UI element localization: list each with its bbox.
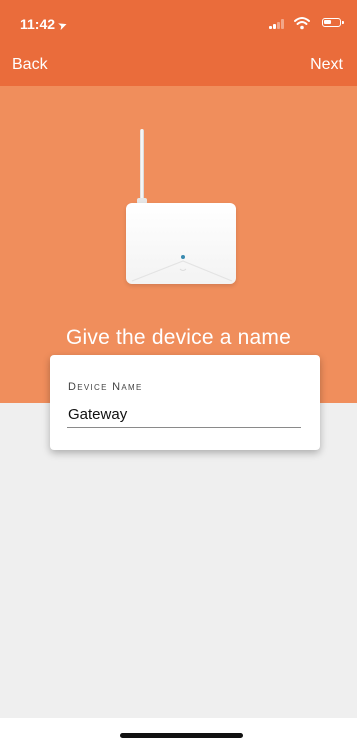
location-arrow-icon: ➤ <box>56 18 70 34</box>
wifi-icon <box>294 17 310 30</box>
router-led <box>181 255 185 259</box>
device-name-input[interactable] <box>67 402 301 428</box>
battery-fill <box>324 20 331 24</box>
device-name-label: Device Name <box>68 381 143 393</box>
router-front-lines <box>131 260 233 282</box>
router-body <box>126 203 236 284</box>
page-title: Give the device a name <box>65 326 292 349</box>
battery-icon <box>322 18 344 27</box>
navigation-bar: Back Next <box>0 46 357 86</box>
device-name-card: Device Name <box>50 355 320 450</box>
router-antenna <box>140 129 144 201</box>
home-indicator[interactable] <box>120 733 243 738</box>
back-button[interactable]: Back <box>12 56 48 74</box>
home-indicator-area <box>0 718 357 746</box>
status-bar: 11:42➤ <box>0 0 357 46</box>
status-time-text: 11:42 <box>20 16 56 32</box>
router-device-image <box>118 126 238 286</box>
status-time: 11:42➤ <box>20 16 70 34</box>
cellular-signal-icon <box>269 19 285 29</box>
next-button[interactable]: Next <box>310 56 343 74</box>
